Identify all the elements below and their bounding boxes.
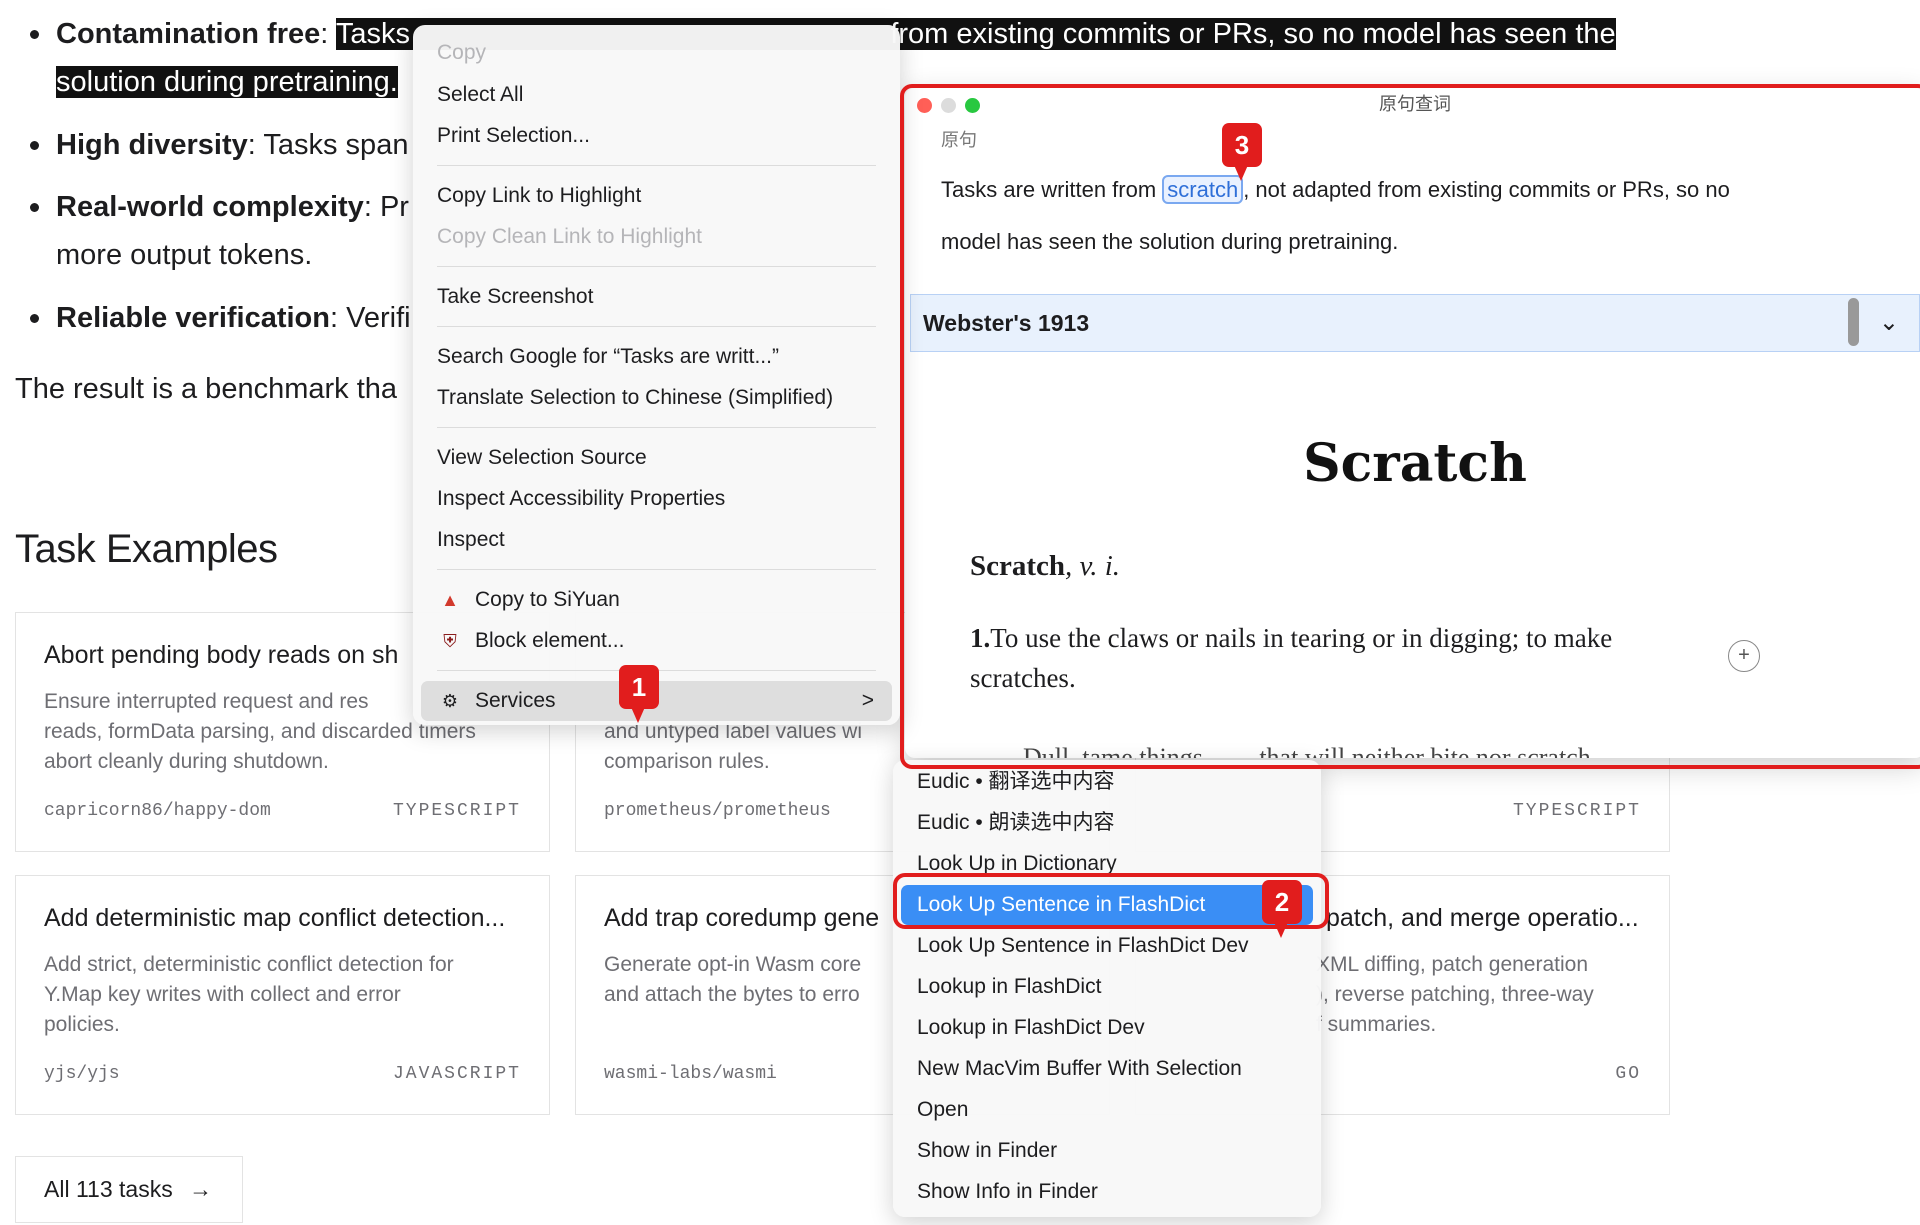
menu-item-copy-link-highlight[interactable]: Copy Link to Highlight — [413, 176, 900, 216]
card-language: GO — [1615, 1064, 1641, 1084]
bullet-dot — [30, 30, 39, 39]
bullet-verification: Reliable verification: Verifi — [30, 294, 411, 342]
card-language: TYPESCRIPT — [392, 801, 521, 821]
card-repo: prometheus/prometheus — [604, 801, 831, 821]
bullet-title: Contamination free — [56, 18, 321, 50]
menu-item-view-source[interactable]: View Selection Source — [413, 438, 900, 478]
selected-text[interactable]: from existing commits or PRs, so no mode… — [882, 18, 1616, 50]
result-paragraph: The result is a benchmark tha — [15, 373, 398, 405]
service-eudic-read[interactable]: Eudic • 朗读选中内容 — [917, 803, 1321, 843]
service-lookup-flashdict-dev[interactable]: Lookup in FlashDict Dev — [917, 1008, 1321, 1048]
card-language: TYPESCRIPT — [1512, 801, 1641, 821]
gears-icon: ⚙ — [441, 691, 459, 711]
services-submenu: Eudic • 翻译选中内容 Eudic • 朗读选中内容 Look Up in… — [893, 760, 1321, 1217]
menu-item-select-all[interactable]: Select All — [413, 75, 900, 115]
service-show-info-in-finder[interactable]: Show Info in Finder — [917, 1172, 1321, 1212]
menu-separator — [437, 326, 876, 327]
bullet-dot — [30, 314, 39, 323]
menu-separator — [437, 569, 876, 570]
menu-item-copy[interactable]: Copy — [413, 33, 900, 73]
service-open[interactable]: Open — [917, 1090, 1321, 1130]
ublock-shield-icon: ⛨ — [443, 631, 457, 651]
menu-item-take-screenshot[interactable]: Take Screenshot — [413, 277, 900, 317]
menu-item-copy-clean-link[interactable]: Copy Clean Link to Highlight — [413, 217, 900, 257]
card-repo: capricorn86/happy-dom — [44, 801, 271, 821]
menu-item-translate[interactable]: Translate Selection to Chinese (Simplifi… — [413, 378, 900, 418]
task-card[interactable]: Add deterministic map conflict detection… — [15, 875, 550, 1115]
section-title: Task Examples — [15, 527, 278, 571]
annotation-marker-1: 1 — [619, 665, 659, 723]
selected-text[interactable]: Tasks — [335, 18, 410, 50]
card-repo: yjs/yjs — [44, 1064, 120, 1084]
service-look-up-sentence-flashdict-dev[interactable]: Look Up Sentence in FlashDict Dev — [917, 926, 1321, 966]
all-tasks-button[interactable]: All 113 tasks → — [15, 1156, 243, 1223]
menu-item-print-selection[interactable]: Print Selection... — [413, 116, 900, 156]
menu-separator — [437, 427, 876, 428]
card-title: Add deterministic map conflict detection… — [44, 904, 506, 932]
card-description: XML diffing, patch generation), reverse … — [1316, 953, 1594, 1036]
annotation-box-window — [900, 84, 1920, 769]
annotation-marker-3: 3 — [1222, 123, 1262, 181]
menu-item-copy-to-siyuan[interactable]: ▲ Copy to SiYuan — [413, 580, 900, 620]
card-title: patch, and merge operatio... — [1326, 904, 1639, 932]
bullet-dot — [30, 203, 39, 212]
card-description: Add strict, deterministic conflict detec… — [44, 953, 454, 1036]
context-menu: Copy Select All Print Selection... Copy … — [413, 25, 900, 725]
bullet-diversity: High diversity: Tasks span — [30, 121, 408, 169]
bullet-complexity-line2: more output tokens. — [56, 239, 313, 271]
menu-item-block-element[interactable]: ⛨ Block element... — [413, 621, 900, 661]
menu-item-inspect-accessibility[interactable]: Inspect Accessibility Properties — [413, 479, 900, 519]
card-repo: wasmi-labs/wasmi — [604, 1064, 777, 1084]
menu-item-search-google[interactable]: Search Google for “Tasks are writt...” — [413, 337, 900, 377]
service-show-in-finder[interactable]: Show in Finder — [917, 1131, 1321, 1171]
selected-text[interactable]: solution during pretraining. — [56, 66, 398, 98]
card-language: JAVASCRIPT — [392, 1064, 521, 1084]
annotation-marker-2: 2 — [1262, 880, 1302, 938]
bullet-contamination-line2: solution during pretraining. — [30, 58, 398, 106]
bullet-dot — [30, 141, 39, 150]
chevron-right-icon: > — [861, 689, 874, 712]
siyuan-icon: ▲ — [441, 590, 459, 610]
bullet-complexity: Real-world complexity: Pr — [30, 183, 409, 231]
arrow-right-icon: → — [189, 1176, 213, 1202]
menu-separator — [437, 266, 876, 267]
service-lookup-flashdict[interactable]: Lookup in FlashDict — [917, 967, 1321, 1007]
menu-separator — [437, 165, 876, 166]
service-new-macvim-buffer[interactable]: New MacVim Buffer With Selection — [917, 1049, 1321, 1089]
menu-item-inspect[interactable]: Inspect — [413, 520, 900, 560]
